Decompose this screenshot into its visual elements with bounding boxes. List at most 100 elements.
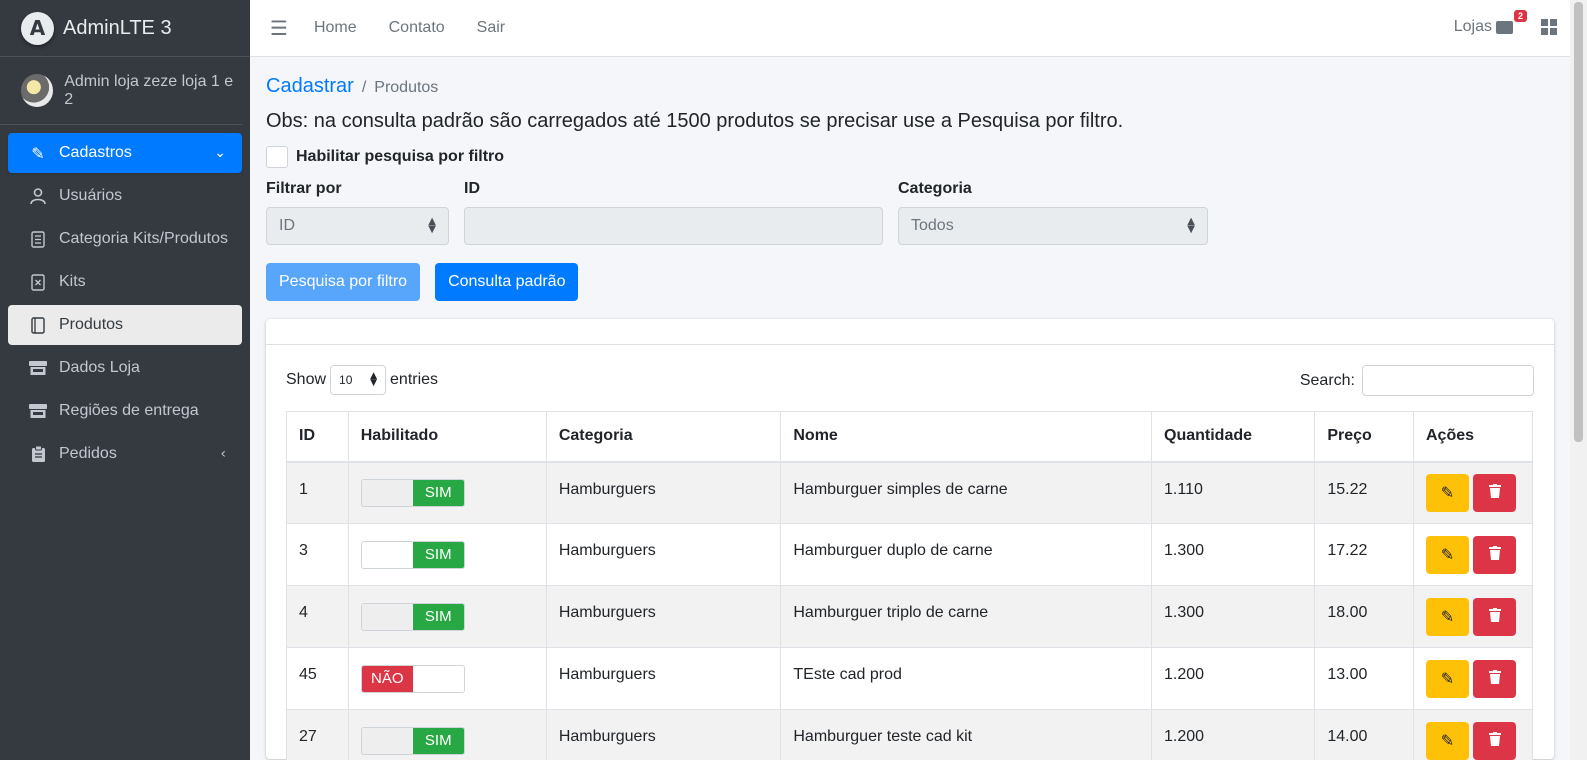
enabled-toggle[interactable]: SIM: [360, 726, 465, 755]
filter-search-button[interactable]: Pesquisa por filtro: [266, 263, 421, 301]
enabled-toggle[interactable]: NÃO: [360, 664, 465, 693]
nav-link-contato[interactable]: Contato: [389, 19, 445, 37]
toggle-state-label: SIM: [412, 479, 464, 506]
filter-by-group: Filtrar por ID ▲ ▼: [266, 180, 449, 245]
column-header-nome[interactable]: Nome: [780, 411, 1153, 463]
categoria-value: Todos: [911, 217, 954, 234]
column-header-habilitado[interactable]: Habilitado: [347, 411, 547, 463]
enabled-toggle[interactable]: SIM: [360, 478, 465, 507]
edit-icon: ✎: [1440, 483, 1455, 503]
cell-quantidade: 1.200: [1151, 647, 1316, 710]
trash-icon: [1488, 545, 1501, 564]
sidebar-item-regioes[interactable]: Regiões de entrega: [8, 391, 242, 431]
edit-icon: ✎: [1440, 607, 1455, 626]
toggle-off-side: [361, 603, 413, 630]
enabled-toggle[interactable]: SIM: [360, 540, 465, 569]
products-card: Show 10 ▲ ▼ entries Search: ID Habilitado…: [266, 319, 1554, 760]
breadcrumb: Cadastrar / Produtos: [266, 75, 1568, 98]
sidebar-item-kits[interactable]: Kits: [8, 262, 242, 302]
edit-button[interactable]: ✎: [1426, 535, 1469, 574]
toggle-off-side: [361, 479, 413, 506]
sidebar-item-label: Pedidos: [59, 445, 117, 462]
cell-quantidade: 1.300: [1151, 523, 1316, 586]
default-search-button[interactable]: Consulta padrão: [435, 263, 579, 301]
nav-link-home[interactable]: Home: [314, 19, 357, 37]
cell-acoes: ✎: [1413, 585, 1533, 648]
menu-toggle-icon[interactable]: ☰: [270, 16, 288, 40]
grid-apps-icon[interactable]: [1541, 19, 1557, 35]
column-header-categoria[interactable]: Categoria: [545, 411, 782, 463]
cell-acoes: ✎: [1413, 523, 1533, 586]
pencil-icon: ✎: [31, 143, 45, 163]
id-input[interactable]: [464, 207, 883, 245]
cell-id: 3: [286, 523, 349, 586]
toggle-state-label: SIM: [412, 727, 464, 754]
categoria-select[interactable]: Todos ▲ ▼: [898, 207, 1208, 245]
id-label: ID: [464, 180, 480, 197]
cell-id: 27: [286, 709, 349, 760]
edit-button[interactable]: ✎: [1426, 597, 1469, 636]
delete-button[interactable]: [1473, 659, 1516, 698]
cell-acoes: ✎: [1413, 461, 1533, 524]
show-label: Show: [286, 371, 327, 388]
chevron-left-icon: ‹: [220, 446, 226, 462]
delete-button[interactable]: [1473, 473, 1516, 512]
top-navbar: ☰ Home Contato Sair Lojas 2: [250, 0, 1587, 57]
toggle-on-side: [412, 665, 464, 692]
brand-link[interactable]: A AdminLTE 3: [0, 0, 250, 57]
cell-nome: Hamburguer simples de carne: [780, 461, 1153, 524]
cell-nome: Hamburguer duplo de carne: [780, 523, 1153, 586]
sidebar-item-cadastros[interactable]: ✎ Cadastros ⌄: [8, 133, 242, 173]
cell-categoria: Hamburguers: [545, 523, 782, 586]
lojas-dropdown[interactable]: Lojas 2: [1454, 10, 1527, 36]
enable-filter-checkbox[interactable]: [266, 146, 288, 168]
nav-link-sair[interactable]: Sair: [477, 19, 505, 37]
toggle-state-label: SIM: [412, 541, 464, 568]
length-select[interactable]: 10 ▲ ▼: [330, 365, 387, 395]
delete-button[interactable]: [1473, 721, 1516, 760]
sidebar-nav: ✎ Cadastros ⌄ Usuários Categoria Kits/Pr…: [0, 125, 250, 474]
delete-button[interactable]: [1473, 597, 1516, 636]
search-input[interactable]: [1362, 365, 1534, 396]
user-panel[interactable]: Admin loja zeze loja 1 e 2: [0, 57, 242, 125]
cell-preco: 17.22: [1314, 523, 1414, 586]
sidebar-item-categoria[interactable]: Categoria Kits/Produtos: [8, 219, 242, 259]
toggle-state-label: SIM: [412, 603, 464, 630]
chevron-down-icon: ⌄: [214, 145, 226, 161]
length-value: 10: [339, 373, 353, 387]
table-row: 1 SIM Hamburguers Hamburguer simples de car…: [286, 461, 1533, 524]
table-body: 1 SIM Hamburguers Hamburguer simples de car…: [286, 461, 1533, 760]
cell-habilitado: SIM: [347, 709, 547, 760]
sidebar-item-label: Usuários: [59, 187, 123, 204]
edit-button[interactable]: ✎: [1426, 473, 1469, 512]
breadcrumb-parent[interactable]: Cadastrar: [266, 75, 354, 98]
sidebar-item-produtos[interactable]: Produtos: [8, 305, 242, 345]
sidebar-item-label: Produtos: [59, 316, 124, 333]
enabled-toggle[interactable]: SIM: [360, 602, 465, 631]
breadcrumb-current: Produtos: [374, 79, 439, 96]
cell-quantidade: 1.300: [1151, 585, 1316, 648]
cell-preco: 14.00: [1314, 709, 1414, 760]
sidebar-item-dados-loja[interactable]: Dados Loja: [8, 348, 242, 388]
enable-filter-label[interactable]: Habilitar pesquisa por filtro: [296, 148, 504, 166]
sidebar-item-pedidos[interactable]: Pedidos ‹: [8, 434, 242, 474]
edit-button[interactable]: ✎: [1426, 721, 1469, 760]
scrollbar-thumb[interactable]: [1574, 2, 1583, 442]
sidebar-item-usuarios[interactable]: Usuários: [8, 176, 242, 216]
column-header-id[interactable]: ID: [286, 411, 349, 463]
categoria-label: Categoria: [898, 180, 972, 197]
column-header-preco[interactable]: Preço: [1314, 411, 1414, 463]
delete-button[interactable]: [1473, 535, 1516, 574]
store-icon: [28, 358, 48, 378]
cell-acoes: ✎: [1413, 647, 1533, 710]
page-scrollbar[interactable]: [1570, 0, 1587, 760]
cell-nome: TEste cad prod: [780, 647, 1153, 710]
user-icon: [28, 186, 48, 206]
column-header-quantidade[interactable]: Quantidade: [1151, 411, 1316, 463]
cell-id: 45: [286, 647, 349, 710]
datatable-controls: Show 10 ▲ ▼ entries Search:: [266, 345, 1554, 411]
filter-by-select[interactable]: ID ▲ ▼: [266, 207, 449, 245]
cell-categoria: Hamburguers: [545, 647, 782, 710]
clipboard-icon: [28, 444, 48, 464]
edit-button[interactable]: ✎: [1426, 659, 1469, 698]
